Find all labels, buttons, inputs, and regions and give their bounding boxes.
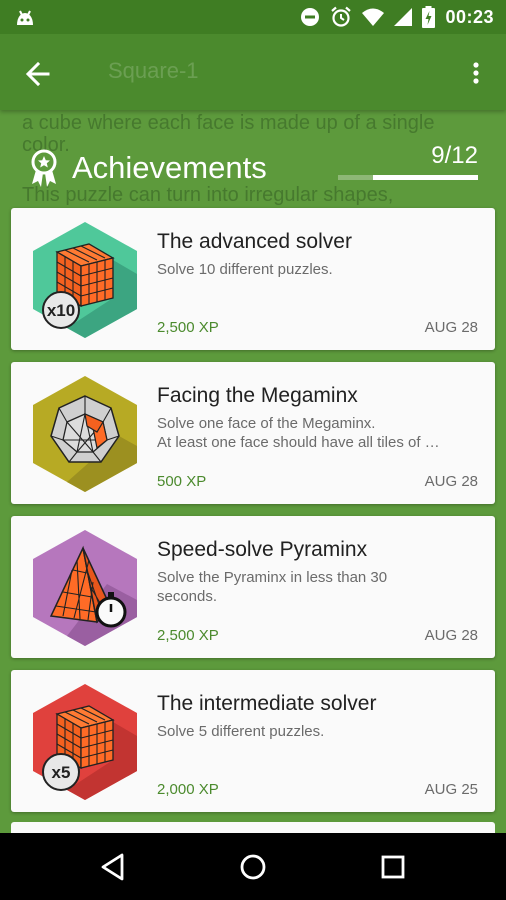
android-icon xyxy=(17,10,33,25)
description-line: Solve 10 different puzzles. xyxy=(157,261,333,278)
achievement-name: Facing the Megaminx xyxy=(157,384,358,407)
signal-icon xyxy=(394,8,413,26)
achievement-date: AUG 28 xyxy=(424,627,478,644)
description-line: Solve one face of the Megaminx. xyxy=(157,415,376,432)
nav-back-icon xyxy=(101,853,124,881)
nav-home-button[interactable] xyxy=(233,847,273,887)
nav-back-button[interactable] xyxy=(93,847,133,887)
status-time: 00:23 xyxy=(445,6,494,27)
description-line: Solve the Pyraminx in less than 30 xyxy=(157,569,388,586)
nav-recents-icon xyxy=(381,855,405,879)
badge-label: x10 xyxy=(47,301,75,320)
achievement-name: Speed-solve Pyraminx xyxy=(157,538,368,561)
nav-home-icon xyxy=(240,854,266,880)
achievement-description: Solve 5 different puzzles. xyxy=(157,722,479,741)
cube-icon: x10 xyxy=(33,222,137,338)
overflow-menu-button[interactable] xyxy=(466,58,486,90)
achievement-description: Solve 10 different puzzles. xyxy=(157,260,479,279)
underlying-text-line: a cube where each face is made up of a s… xyxy=(22,112,435,134)
progress-track xyxy=(338,175,478,180)
achievement-card[interactable]: Facing the Megaminx Solve one face of th… xyxy=(11,362,495,504)
achievements-header: Achievements xyxy=(28,143,267,193)
achievement-xp: 2,500 XP xyxy=(157,319,219,336)
achievement-name: The intermediate solver xyxy=(157,692,377,715)
achievements-list: x10 The advanced solver Solve 10 differe… xyxy=(11,208,495,824)
achievement-xp: 2,500 XP xyxy=(157,627,219,644)
megaminx-icon xyxy=(33,376,137,492)
progress-fill xyxy=(373,175,478,180)
back-button[interactable] xyxy=(20,58,60,90)
description-line: At least one face should have all tiles … xyxy=(157,434,440,451)
badge-label: x5 xyxy=(52,763,71,782)
achievements-count: 9/12 xyxy=(431,142,478,169)
navigation-bar xyxy=(0,833,506,900)
arrow-left-icon xyxy=(25,61,50,87)
achievement-xp: 500 XP xyxy=(157,473,207,490)
achievement-name: The advanced solver xyxy=(157,230,352,253)
battery-charging-icon xyxy=(422,6,436,28)
do-not-disturb-icon xyxy=(301,8,320,26)
achievements-title: Achievements xyxy=(72,150,267,185)
achievement-date: AUG 28 xyxy=(424,473,478,490)
achievement-date: AUG 25 xyxy=(424,781,478,798)
underlying-title: Square-1 xyxy=(108,58,199,83)
status-bar: 00:23 xyxy=(0,0,506,34)
achievements-progress: 9/12 xyxy=(338,142,478,182)
wifi-icon xyxy=(362,8,385,26)
award-icon xyxy=(31,149,57,187)
alarm-icon xyxy=(331,6,352,27)
achievement-card[interactable]: x5 The intermediate solver Solve 5 diffe… xyxy=(11,670,495,812)
achievement-card[interactable]: Speed-solve Pyraminx Solve the Pyraminx … xyxy=(11,516,495,658)
achievement-card[interactable]: x10 The advanced solver Solve 10 differe… xyxy=(11,208,495,350)
pyraminx-icon xyxy=(33,530,137,646)
achievement-date: AUG 28 xyxy=(424,319,478,336)
toolbar xyxy=(0,34,506,110)
cube-icon: x5 xyxy=(33,684,137,800)
achievement-description: Solve one face of the Megaminx. At least… xyxy=(157,414,479,452)
more-vert-icon xyxy=(473,62,479,84)
achievement-description: Solve the Pyraminx in less than 30 secon… xyxy=(157,568,479,606)
description-line: seconds. xyxy=(157,588,218,605)
achievement-xp: 2,000 XP xyxy=(157,781,219,798)
nav-recents-button[interactable] xyxy=(373,847,413,887)
description-line: Solve 5 different puzzles. xyxy=(157,723,325,740)
